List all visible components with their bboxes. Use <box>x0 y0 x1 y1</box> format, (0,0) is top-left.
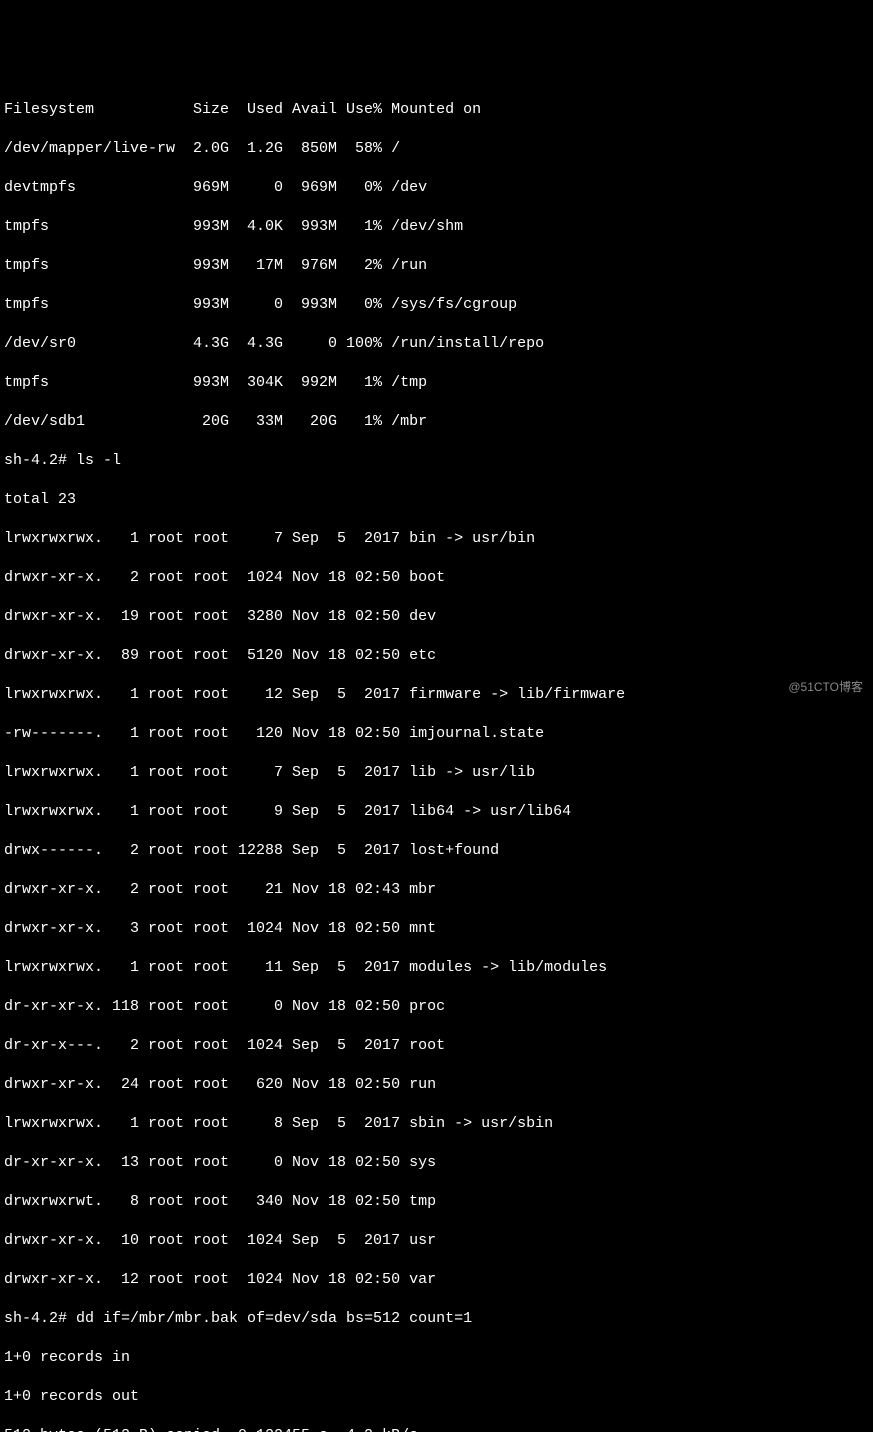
terminal-output[interactable]: Filesystem Size Used Avail Use% Mounted … <box>4 80 869 1432</box>
df-row: tmpfs 993M 17M 976M 2% /run <box>4 256 869 276</box>
df-row: devtmpfs 969M 0 969M 0% /dev <box>4 178 869 198</box>
df-row: tmpfs 993M 0 993M 0% /sys/fs/cgroup <box>4 295 869 315</box>
df-row: /dev/sdb1 20G 33M 20G 1% /mbr <box>4 412 869 432</box>
ls-row: drwxr-xr-x. 19 root root 3280 Nov 18 02:… <box>4 607 869 627</box>
df-row: tmpfs 993M 304K 992M 1% /tmp <box>4 373 869 393</box>
ls-row: drwxr-xr-x. 12 root root 1024 Nov 18 02:… <box>4 1270 869 1290</box>
ls-row: drwxr-xr-x. 24 root root 620 Nov 18 02:5… <box>4 1075 869 1095</box>
df-row: tmpfs 993M 4.0K 993M 1% /dev/shm <box>4 217 869 237</box>
ls-row: lrwxrwxrwx. 1 root root 8 Sep 5 2017 sbi… <box>4 1114 869 1134</box>
df-row: /dev/sr0 4.3G 4.3G 0 100% /run/install/r… <box>4 334 869 354</box>
ls-row: drwxr-xr-x. 2 root root 21 Nov 18 02:43 … <box>4 880 869 900</box>
ls-row: lrwxrwxrwx. 1 root root 7 Sep 5 2017 lib… <box>4 763 869 783</box>
ls-row: dr-xr-xr-x. 13 root root 0 Nov 18 02:50 … <box>4 1153 869 1173</box>
df-header: Filesystem Size Used Avail Use% Mounted … <box>4 100 869 120</box>
prompt-dd: sh-4.2# dd if=/mbr/mbr.bak of=dev/sda bs… <box>4 1309 869 1329</box>
dd-output: 512 bytes (512 B) copied, 0.122455 s, 4.… <box>4 1426 869 1432</box>
ls-row: lrwxrwxrwx. 1 root root 7 Sep 5 2017 bin… <box>4 529 869 549</box>
ls-row: drwxr-xr-x. 2 root root 1024 Nov 18 02:5… <box>4 568 869 588</box>
ls-row: drwx------. 2 root root 12288 Sep 5 2017… <box>4 841 869 861</box>
prompt-ls: sh-4.2# ls -l <box>4 451 869 471</box>
ls-row: lrwxrwxrwx. 1 root root 9 Sep 5 2017 lib… <box>4 802 869 822</box>
ls-total: total 23 <box>4 490 869 510</box>
ls-row: drwxr-xr-x. 3 root root 1024 Nov 18 02:5… <box>4 919 869 939</box>
ls-row: dr-xr-xr-x. 118 root root 0 Nov 18 02:50… <box>4 997 869 1017</box>
ls-row: -rw-------. 1 root root 120 Nov 18 02:50… <box>4 724 869 744</box>
watermark: @51CTO博客 <box>788 680 863 696</box>
ls-row: drwxr-xr-x. 89 root root 5120 Nov 18 02:… <box>4 646 869 666</box>
ls-row: dr-xr-x---. 2 root root 1024 Sep 5 2017 … <box>4 1036 869 1056</box>
df-row: /dev/mapper/live-rw 2.0G 1.2G 850M 58% / <box>4 139 869 159</box>
ls-row: lrwxrwxrwx. 1 root root 12 Sep 5 2017 fi… <box>4 685 869 705</box>
ls-row: lrwxrwxrwx. 1 root root 11 Sep 5 2017 mo… <box>4 958 869 978</box>
ls-row: drwxrwxrwt. 8 root root 340 Nov 18 02:50… <box>4 1192 869 1212</box>
dd-output: 1+0 records in <box>4 1348 869 1368</box>
ls-row: drwxr-xr-x. 10 root root 1024 Sep 5 2017… <box>4 1231 869 1251</box>
dd-output: 1+0 records out <box>4 1387 869 1407</box>
